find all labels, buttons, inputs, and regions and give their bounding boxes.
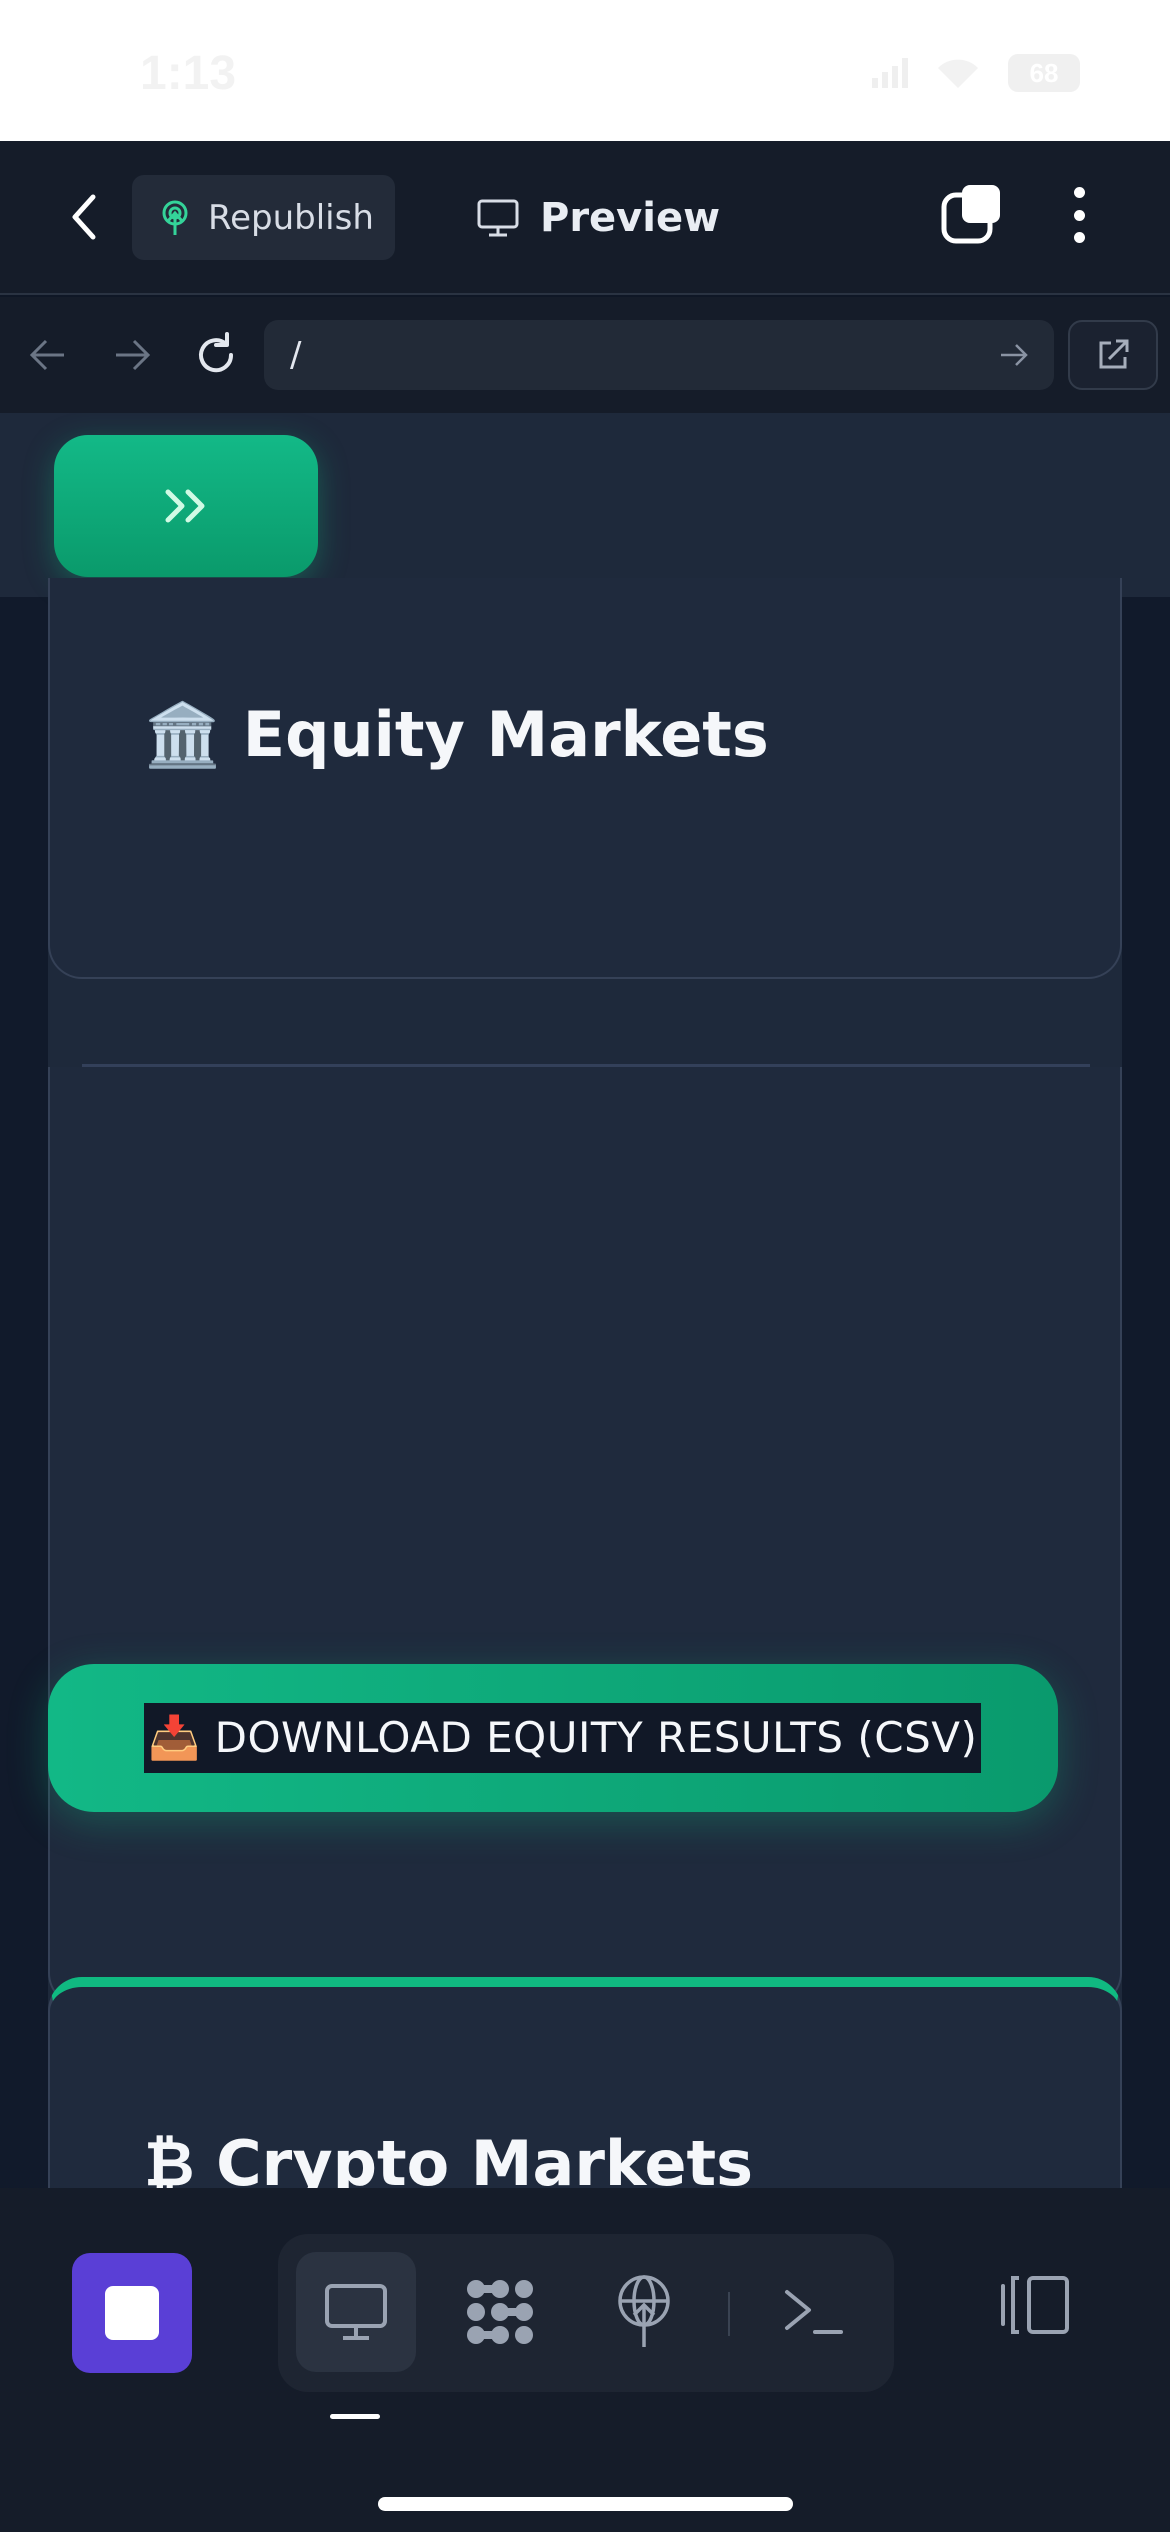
status-bar: 1:13 68 xyxy=(0,0,1170,141)
url-text[interactable]: / xyxy=(290,335,984,375)
preview-tab[interactable]: Preview xyxy=(476,175,720,260)
nav-forward-icon xyxy=(116,339,151,371)
double-chevron-right-icon xyxy=(165,489,205,523)
workspace-tab[interactable] xyxy=(440,2252,560,2372)
panel-toggle-icon xyxy=(1001,2276,1069,2334)
open-external-button[interactable] xyxy=(1068,320,1158,390)
download-equity-csv-label: 📥 DOWNLOAD EQUITY RESULTS (CSV) xyxy=(144,1703,982,1773)
crypto-markets-card: ₿ Crypto Markets xyxy=(48,1977,1122,2188)
go-button[interactable] xyxy=(984,342,1044,368)
browser-bar: / xyxy=(0,297,1170,413)
more-options-button[interactable] xyxy=(1064,183,1094,247)
tabs-button[interactable] xyxy=(940,183,1004,247)
download-equity-csv-button[interactable]: 📥 DOWNLOAD EQUITY RESULTS (CSV) xyxy=(48,1664,1058,1812)
cellular-signal-icon xyxy=(872,58,908,88)
deploy-icon xyxy=(618,2275,670,2347)
preview-label: Preview xyxy=(540,194,721,241)
active-tab-indicator xyxy=(330,2414,380,2419)
status-icons: 68 xyxy=(872,54,1080,92)
nav-back-icon xyxy=(29,339,64,371)
url-bar[interactable]: / xyxy=(264,320,1054,390)
republish-icon xyxy=(162,200,188,235)
battery-indicator: 68 xyxy=(1008,54,1080,92)
reload-icon xyxy=(199,332,234,373)
terminal-tab[interactable] xyxy=(754,2252,874,2372)
desktop-icon xyxy=(325,2284,387,2340)
dock-separator xyxy=(728,2292,730,2336)
more-icon-dot xyxy=(1073,232,1085,243)
republish-button[interactable]: Republish xyxy=(132,175,395,260)
tabs-icon xyxy=(941,185,1000,244)
bottom-dock xyxy=(0,2188,1170,2532)
equity-markets-card: 🏛️ Equity Markets xyxy=(48,578,1122,979)
expand-sidebar-button[interactable] xyxy=(54,435,318,577)
equity-markets-title: 🏛️ Equity Markets xyxy=(144,698,769,771)
nav-back-button[interactable] xyxy=(20,327,76,383)
stop-button[interactable] xyxy=(72,2253,192,2373)
home-indicator[interactable] xyxy=(378,2497,793,2511)
web-viewport: 🏛️ Equity Markets 📥 DOWNLOAD EQUITY RESU… xyxy=(0,413,1170,2188)
crypto-markets-title: ₿ Crypto Markets xyxy=(144,2127,754,2188)
desktop-tab[interactable] xyxy=(296,2252,416,2372)
more-icon-dot xyxy=(1073,187,1085,198)
wifi-icon xyxy=(938,59,978,88)
equity-results-panel xyxy=(48,1067,1122,2007)
app-header: Republish Preview xyxy=(0,141,1170,295)
section-divider xyxy=(82,1064,1090,1067)
status-time: 1:13 xyxy=(140,47,237,100)
deploy-tab[interactable] xyxy=(584,2252,704,2372)
republish-label: Republish xyxy=(208,197,374,238)
stop-icon xyxy=(105,2286,159,2340)
go-icon xyxy=(1001,344,1028,366)
reload-button[interactable] xyxy=(188,327,244,383)
terminal-icon xyxy=(785,2290,843,2334)
nav-forward-button[interactable] xyxy=(104,327,160,383)
external-link-icon xyxy=(1099,339,1129,369)
dock-tab-group xyxy=(278,2234,894,2392)
more-icon-dot xyxy=(1073,209,1085,221)
back-button[interactable] xyxy=(60,189,108,245)
workspace-icon xyxy=(467,2280,533,2344)
panel-toggle-button[interactable] xyxy=(990,2260,1080,2350)
battery-level: 68 xyxy=(1029,57,1059,88)
back-icon xyxy=(72,194,96,240)
monitor-icon xyxy=(477,199,519,236)
